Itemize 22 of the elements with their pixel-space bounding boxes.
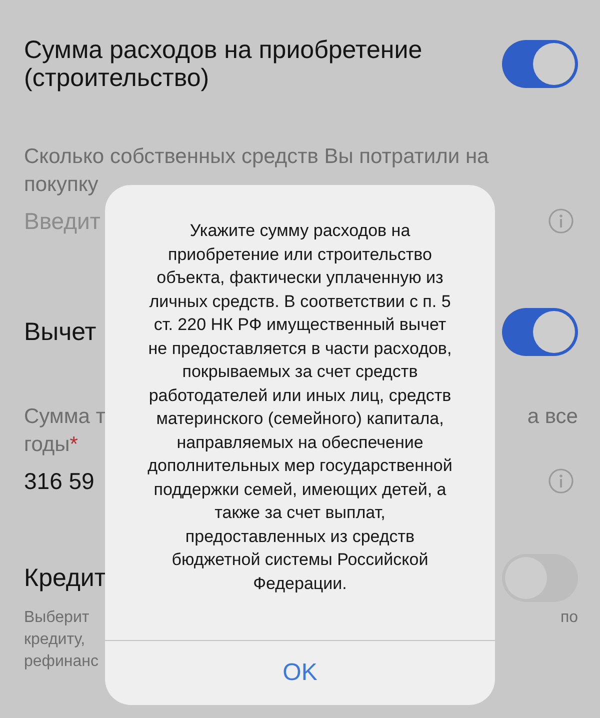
label-text: Выберит bbox=[24, 608, 90, 628]
label-text: годы bbox=[24, 432, 70, 458]
section-title: Кредит bbox=[24, 564, 106, 592]
label-text: по bbox=[560, 608, 578, 628]
toggle-switch[interactable] bbox=[502, 40, 578, 88]
label-text: рефинанс bbox=[24, 652, 98, 672]
info-icon[interactable] bbox=[548, 208, 574, 234]
input-field[interactable]: 316 59 bbox=[24, 468, 144, 494]
toggle-switch[interactable] bbox=[502, 308, 578, 356]
section-title: (строительство) bbox=[24, 64, 210, 92]
section-title: Вычет bbox=[24, 318, 96, 346]
label-text: покупку bbox=[24, 172, 98, 198]
required-asterisk: * bbox=[70, 432, 78, 458]
ok-button[interactable]: OK bbox=[105, 641, 495, 705]
label-text: а все bbox=[527, 404, 578, 430]
alert-message: Укажите сумму расходов на приобретение или строительство объекта, фактически уплаченную из личных средств. В соответствии с п. 5 ст. 220 НК РФ имущественный вычет не предоставляется в части расходов, покрываемых за счет средств работодателей или иных лиц, средств материнского (семейного) капитала, направляемых на обеспечение дополнительных мер государственной поддержки семей, имеющих детей, а также за счет выплат, предоставленных из средств бюджетной системы Российской Федерации. bbox=[146, 220, 454, 594]
label-text: кредиту, bbox=[24, 630, 86, 650]
label-text: Сколько собственных средств Вы потратили на bbox=[24, 144, 489, 170]
input-field[interactable]: Введит bbox=[24, 208, 144, 234]
info-icon[interactable] bbox=[548, 468, 574, 494]
section-title: Сумма расходов на приобретение bbox=[24, 36, 422, 64]
label-text: Сумма т bbox=[24, 404, 106, 430]
